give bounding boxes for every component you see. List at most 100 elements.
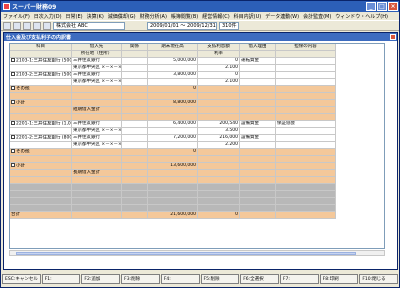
table-cell [10, 177, 72, 184]
rate-cell[interactable]: 2.100 [198, 65, 240, 72]
minimize-button[interactable]: _ [366, 2, 376, 11]
rate-cell[interactable]: 3.500 [198, 128, 240, 135]
row-checkbox[interactable] [11, 121, 15, 125]
lender-cell[interactable]: 三井住友銀行 [72, 135, 122, 142]
row-checkbox[interactable] [11, 72, 15, 76]
scroll-thumb[interactable] [16, 252, 356, 255]
fkey-2-button[interactable]: F2:追加 [81, 274, 121, 284]
rate-cell[interactable]: 2.100 [198, 79, 240, 86]
table-cell [10, 93, 72, 100]
balance-cell[interactable]: 3,800,000 [148, 72, 198, 79]
table-cell [148, 156, 198, 163]
table-cell [72, 198, 122, 205]
reason-cell[interactable]: 設備資金 [240, 135, 276, 142]
menu-daily[interactable]: 日常(E) [66, 13, 83, 20]
address-cell[interactable]: 東京都中央区 ×－×－× [72, 128, 122, 135]
menu-daily-entry[interactable]: 日次入力(D) [34, 13, 62, 20]
lender-cell[interactable]: 三井住友銀行 [72, 121, 122, 128]
balance-cell: 21,600,000 [148, 212, 198, 219]
menu-data-link[interactable]: データ連動(W) [265, 13, 299, 20]
row-checkbox[interactable] [11, 58, 15, 62]
table-cell[interactable] [122, 121, 148, 128]
help-icon[interactable] [43, 21, 51, 30]
table-cell [276, 65, 336, 72]
reason-cell[interactable]: 設備資金 [240, 121, 276, 128]
rate-cell[interactable]: 2.200 [198, 142, 240, 149]
lender-cell[interactable]: 三井住友銀行 [72, 58, 122, 65]
menu-file[interactable]: ファイル(F) [3, 13, 30, 20]
interest-cell[interactable]: 216,000 [198, 135, 240, 142]
subject-cell[interactable]: 2103-1:三井住友銀行 (500万) [10, 58, 72, 65]
table-cell[interactable] [122, 135, 148, 142]
subject-cell: 小計 [10, 163, 72, 170]
window-close-button[interactable] [390, 34, 396, 40]
table-cell [240, 93, 276, 100]
menu-depreciation[interactable]: 減価償却(G) [108, 13, 136, 20]
row-checkbox[interactable] [11, 135, 15, 139]
collateral-cell[interactable] [276, 135, 336, 142]
reason-cell[interactable] [240, 72, 276, 79]
tool-icon[interactable] [33, 21, 41, 30]
subject-cell[interactable]: 2103-2:三井住友銀行 (500万) [10, 72, 72, 79]
collateral-cell[interactable] [276, 58, 336, 65]
fkey-4-button[interactable]: F4: [160, 274, 200, 284]
table-cell [122, 93, 148, 100]
table-cell [10, 51, 72, 58]
fkey-7-button[interactable]: F7: [279, 274, 319, 284]
address-cell[interactable]: 東京都中央区 ×－×－× [72, 65, 122, 72]
balance-cell[interactable]: 7,200,000 [148, 135, 198, 142]
company-select[interactable]: 株式会社 ABC [53, 21, 125, 30]
menu-audit[interactable]: 会計監査(M) [303, 13, 331, 20]
summary-label: 短期借入金計 [72, 107, 122, 114]
column-header: 借入理由 [240, 44, 276, 51]
subject-cell[interactable]: 2201-2:三井住友銀行 (800万) [10, 135, 72, 142]
print-icon[interactable] [23, 21, 31, 30]
open-icon[interactable] [3, 21, 11, 30]
table-cell[interactable] [122, 58, 148, 65]
menu-analysis[interactable]: 財務分析(A) [140, 13, 167, 20]
fkey-9-button[interactable]: F10:閉じる [359, 274, 399, 284]
table-cell [240, 156, 276, 163]
interest-cell[interactable]: 200,540 [198, 121, 240, 128]
maximize-button[interactable]: □ [377, 2, 387, 11]
table-cell [148, 114, 198, 121]
app-icon [3, 3, 10, 10]
collateral-cell[interactable] [276, 72, 336, 79]
collateral-cell[interactable]: 保証協会 [276, 121, 336, 128]
table-cell [276, 163, 336, 170]
table-cell [72, 163, 122, 170]
table-cell [198, 114, 240, 121]
interest-cell[interactable]: 0 [198, 58, 240, 65]
horizontal-scrollbar[interactable] [9, 250, 385, 256]
fkey-0-button[interactable]: ESC:キャンセル [2, 274, 41, 284]
subject-cell[interactable]: 2201-1:三井住友銀行 (1,000万) [10, 121, 72, 128]
menu-window-help[interactable]: ウィンドウ・ヘルプ(H) [335, 13, 388, 20]
fkey-1-button[interactable]: F1: [41, 274, 81, 284]
lender-cell[interactable]: 三井住友銀行 [72, 72, 122, 79]
menu-closing[interactable]: 決算(K) [87, 13, 104, 20]
row-checkbox[interactable] [11, 149, 15, 153]
table-cell [276, 86, 336, 93]
table-cell[interactable] [122, 72, 148, 79]
row-checkbox[interactable] [11, 163, 15, 167]
menu-books[interactable]: 帳簿閲覧(B) [171, 13, 198, 20]
close-button[interactable]: × [388, 2, 398, 11]
reason-cell[interactable]: 運転資金 [240, 58, 276, 65]
table-cell [198, 156, 240, 163]
fkey-5-button[interactable]: F5:削除 [200, 274, 240, 284]
interest-cell[interactable]: 0 [198, 72, 240, 79]
menu-management[interactable]: 経営情報(C) [202, 13, 229, 20]
address-cell[interactable]: 東京都中央区 ×－×－× [72, 79, 122, 86]
menu-breakdown[interactable]: 科目内訳(U) [234, 13, 262, 20]
fkey-8-button[interactable]: F8:印刷 [319, 274, 359, 284]
fkey-3-button[interactable]: F3:削除 [121, 274, 160, 284]
balance-cell[interactable]: 6,400,000 [148, 121, 198, 128]
fkey-6-button[interactable]: F6:全選択 [240, 274, 279, 284]
save-icon[interactable] [13, 21, 21, 30]
table-cell [276, 177, 336, 184]
row-checkbox[interactable] [11, 100, 15, 104]
balance-cell[interactable]: 5,000,000 [148, 58, 198, 65]
address-cell[interactable]: 東京都中央区 ×－×－× [72, 142, 122, 149]
row-checkbox[interactable] [11, 86, 15, 90]
loan-table: 科目 借入先 関係 期末現在高 支払利息額 借入理由 担保の内容 所在地（住所） 利率 2103-… [9, 43, 385, 249]
